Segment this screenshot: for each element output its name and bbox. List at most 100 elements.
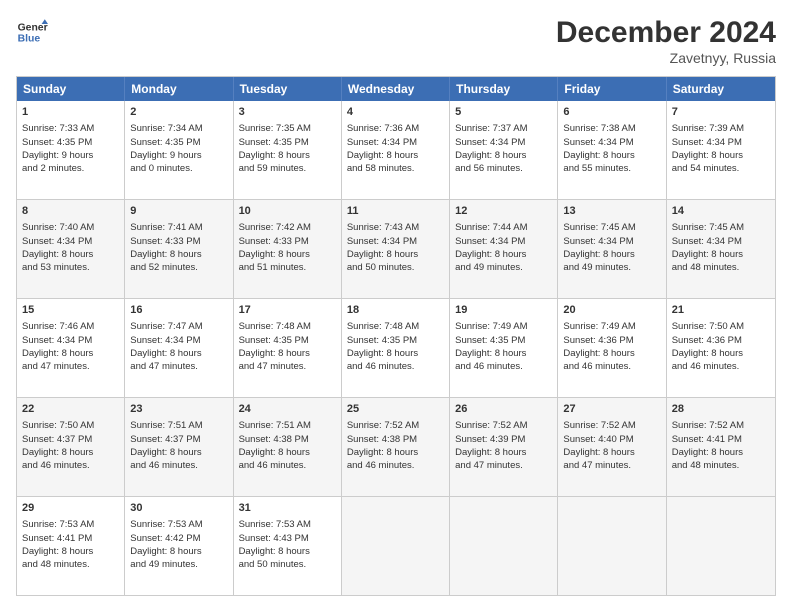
day-number: 22 [22, 402, 119, 417]
daylight-minutes: and 47 minutes. [563, 460, 631, 471]
sunrise-text: Sunrise: 7:33 AM [22, 123, 94, 134]
sunrise-text: Sunrise: 7:36 AM [347, 123, 419, 134]
daylight-minutes: and 48 minutes. [672, 262, 740, 273]
sunrise-text: Sunrise: 7:45 AM [563, 222, 635, 233]
daylight-text: Daylight: 8 hours [455, 150, 526, 161]
sunset-text: Sunset: 4:35 PM [239, 137, 309, 148]
daylight-text: Daylight: 8 hours [672, 150, 743, 161]
sunrise-text: Sunrise: 7:51 AM [239, 420, 311, 431]
sunrise-text: Sunrise: 7:52 AM [455, 420, 527, 431]
daylight-minutes: and 56 minutes. [455, 163, 523, 174]
table-row: 2Sunrise: 7:34 AMSunset: 4:35 PMDaylight… [125, 101, 233, 199]
daylight-minutes: and 52 minutes. [130, 262, 198, 273]
sunrise-text: Sunrise: 7:51 AM [130, 420, 202, 431]
table-row [342, 497, 450, 595]
table-row: 26Sunrise: 7:52 AMSunset: 4:39 PMDayligh… [450, 398, 558, 496]
daylight-text: Daylight: 8 hours [130, 249, 201, 260]
daylight-minutes: and 47 minutes. [455, 460, 523, 471]
sunrise-text: Sunrise: 7:49 AM [563, 321, 635, 332]
daylight-text: Daylight: 8 hours [563, 150, 634, 161]
day-number: 16 [130, 303, 227, 318]
day-number: 23 [130, 402, 227, 417]
title-area: December 2024 Zavetnyy, Russia [556, 16, 776, 66]
daylight-text: Daylight: 8 hours [22, 348, 93, 359]
daylight-text: Daylight: 8 hours [130, 348, 201, 359]
sunrise-text: Sunrise: 7:50 AM [672, 321, 744, 332]
table-row: 10Sunrise: 7:42 AMSunset: 4:33 PMDayligh… [234, 200, 342, 298]
sunrise-text: Sunrise: 7:44 AM [455, 222, 527, 233]
daylight-minutes: and 46 minutes. [239, 460, 307, 471]
sunset-text: Sunset: 4:38 PM [347, 434, 417, 445]
sunrise-text: Sunrise: 7:37 AM [455, 123, 527, 134]
daylight-text: Daylight: 8 hours [22, 447, 93, 458]
daylight-minutes: and 2 minutes. [22, 163, 84, 174]
table-row [667, 497, 775, 595]
sunset-text: Sunset: 4:41 PM [22, 533, 92, 544]
day-number: 25 [347, 402, 444, 417]
sunset-text: Sunset: 4:35 PM [455, 335, 525, 346]
daylight-text: Daylight: 9 hours [22, 150, 93, 161]
day-number: 21 [672, 303, 770, 318]
daylight-minutes: and 55 minutes. [563, 163, 631, 174]
sunset-text: Sunset: 4:34 PM [672, 137, 742, 148]
daylight-minutes: and 49 minutes. [455, 262, 523, 273]
sunrise-text: Sunrise: 7:53 AM [22, 519, 94, 530]
sunset-text: Sunset: 4:34 PM [347, 236, 417, 247]
sunset-text: Sunset: 4:33 PM [239, 236, 309, 247]
sunset-text: Sunset: 4:42 PM [130, 533, 200, 544]
sunrise-text: Sunrise: 7:48 AM [347, 321, 419, 332]
table-row: 13Sunrise: 7:45 AMSunset: 4:34 PMDayligh… [558, 200, 666, 298]
daylight-text: Daylight: 9 hours [130, 150, 201, 161]
daylight-text: Daylight: 8 hours [455, 447, 526, 458]
table-row: 23Sunrise: 7:51 AMSunset: 4:37 PMDayligh… [125, 398, 233, 496]
sunrise-text: Sunrise: 7:50 AM [22, 420, 94, 431]
sunrise-text: Sunrise: 7:34 AM [130, 123, 202, 134]
daylight-minutes: and 49 minutes. [563, 262, 631, 273]
day-number: 13 [563, 204, 660, 219]
sunset-text: Sunset: 4:38 PM [239, 434, 309, 445]
header: General Blue December 2024 Zavetnyy, Rus… [16, 16, 776, 66]
sunset-text: Sunset: 4:34 PM [455, 236, 525, 247]
header-day-saturday: Saturday [667, 77, 775, 101]
daylight-text: Daylight: 8 hours [22, 249, 93, 260]
sunrise-text: Sunrise: 7:40 AM [22, 222, 94, 233]
daylight-minutes: and 46 minutes. [130, 460, 198, 471]
calendar-week-4: 29Sunrise: 7:53 AMSunset: 4:41 PMDayligh… [17, 496, 775, 595]
table-row: 30Sunrise: 7:53 AMSunset: 4:42 PMDayligh… [125, 497, 233, 595]
sunset-text: Sunset: 4:41 PM [672, 434, 742, 445]
sunset-text: Sunset: 4:35 PM [130, 137, 200, 148]
day-number: 20 [563, 303, 660, 318]
sunset-text: Sunset: 4:43 PM [239, 533, 309, 544]
day-number: 14 [672, 204, 770, 219]
sunrise-text: Sunrise: 7:45 AM [672, 222, 744, 233]
location: Zavetnyy, Russia [556, 50, 776, 66]
daylight-text: Daylight: 8 hours [347, 348, 418, 359]
table-row: 18Sunrise: 7:48 AMSunset: 4:35 PMDayligh… [342, 299, 450, 397]
daylight-minutes: and 47 minutes. [22, 361, 90, 372]
page: General Blue December 2024 Zavetnyy, Rus… [0, 0, 792, 612]
header-day-friday: Friday [558, 77, 666, 101]
header-day-sunday: Sunday [17, 77, 125, 101]
day-number: 7 [672, 105, 770, 120]
table-row: 14Sunrise: 7:45 AMSunset: 4:34 PMDayligh… [667, 200, 775, 298]
sunrise-text: Sunrise: 7:35 AM [239, 123, 311, 134]
daylight-minutes: and 50 minutes. [239, 559, 307, 570]
daylight-minutes: and 46 minutes. [563, 361, 631, 372]
month-title: December 2024 [556, 16, 776, 50]
table-row [558, 497, 666, 595]
sunset-text: Sunset: 4:34 PM [22, 335, 92, 346]
header-day-monday: Monday [125, 77, 233, 101]
sunset-text: Sunset: 4:34 PM [563, 137, 633, 148]
sunset-text: Sunset: 4:33 PM [130, 236, 200, 247]
daylight-minutes: and 46 minutes. [455, 361, 523, 372]
day-number: 31 [239, 501, 336, 516]
day-number: 15 [22, 303, 119, 318]
daylight-text: Daylight: 8 hours [347, 249, 418, 260]
calendar: SundayMondayTuesdayWednesdayThursdayFrid… [16, 76, 776, 596]
daylight-minutes: and 59 minutes. [239, 163, 307, 174]
daylight-minutes: and 46 minutes. [672, 361, 740, 372]
day-number: 30 [130, 501, 227, 516]
logo-icon: General Blue [16, 16, 48, 48]
header-day-wednesday: Wednesday [342, 77, 450, 101]
sunset-text: Sunset: 4:40 PM [563, 434, 633, 445]
